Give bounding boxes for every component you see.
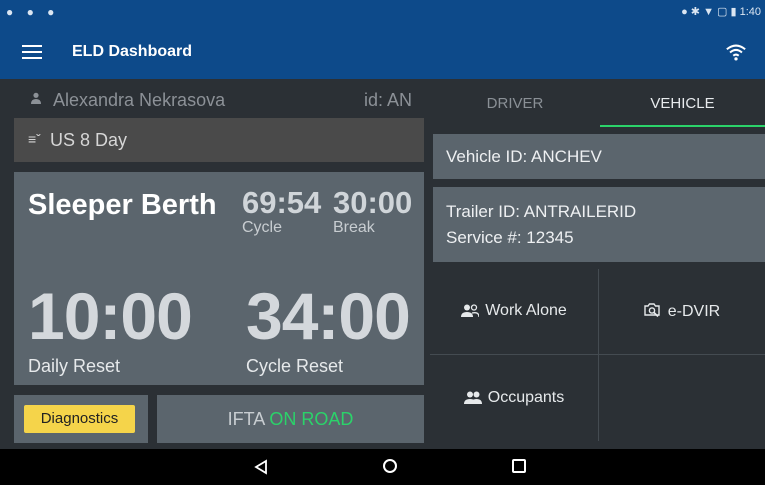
- cycle-clock: 69:54 Cycle: [242, 186, 321, 236]
- app-bar: ELD Dashboard: [0, 25, 765, 79]
- ifta-label: IFTA: [227, 409, 265, 429]
- diagnostics-panel: Diagnostics: [14, 395, 148, 443]
- service-number: Service #: 12345: [446, 228, 574, 247]
- status-icons: ● ✱ ▼ ▢ ▮: [681, 6, 740, 18]
- group-icon: [463, 391, 482, 404]
- trailer-card[interactable]: Trailer ID: ANTRAILERID Service #: 12345: [433, 187, 765, 262]
- driver-row: Alexandra Nekrasova id: AN: [0, 79, 430, 119]
- back-icon[interactable]: [254, 459, 268, 475]
- diagnostics-button[interactable]: Diagnostics: [24, 405, 135, 433]
- cycle-reset: 34:00 Cycle Reset: [246, 279, 411, 377]
- tab-bar: DRIVER VEHICLE: [430, 79, 765, 127]
- wifi-icon[interactable]: [725, 41, 747, 63]
- inspection-icon: [644, 303, 660, 318]
- daily-reset-value: 10:00: [28, 279, 193, 353]
- person-icon: [31, 92, 41, 104]
- action-grid: Work Alone e-DVIR Occupants: [430, 269, 765, 449]
- cycle-reset-value: 34:00: [246, 279, 411, 353]
- cycle-value: 69:54: [242, 185, 322, 220]
- home-icon[interactable]: [383, 459, 397, 473]
- ruleset-icon: ≡ˇ: [28, 131, 41, 147]
- app-title: ELD Dashboard: [72, 43, 193, 60]
- trailer-id: Trailer ID: ANTRAILERID: [446, 202, 637, 221]
- duty-status: Sleeper Berth: [28, 189, 217, 221]
- work-alone-button[interactable]: Work Alone: [430, 269, 598, 354]
- work-alone-label: Work Alone: [485, 302, 567, 319]
- recents-icon[interactable]: [512, 459, 526, 473]
- navigation-bar: [0, 449, 765, 485]
- tab-driver[interactable]: DRIVER: [430, 79, 600, 127]
- daily-reset-label: Daily Reset: [28, 356, 121, 376]
- vehicle-id: Vehicle ID: ANCHEV: [446, 147, 602, 166]
- notification-icons: ● ● ●: [6, 5, 60, 19]
- ruleset-selector[interactable]: ≡ˇ US 8 Day: [14, 118, 424, 162]
- edvir-button[interactable]: e-DVIR: [599, 269, 765, 354]
- break-value: 30:00: [333, 185, 413, 220]
- occupants-button[interactable]: Occupants: [430, 355, 598, 441]
- break-label: Break: [333, 219, 375, 236]
- hos-status-card[interactable]: Sleeper Berth 69:54 Cycle 30:00 Break 10…: [14, 172, 424, 385]
- driver-id: id: AN: [363, 90, 412, 110]
- tab-vehicle[interactable]: VEHICLE: [600, 79, 765, 127]
- daily-reset: 10:00 Daily Reset: [28, 279, 193, 377]
- edvir-label: e-DVIR: [667, 303, 721, 320]
- cycle-label: Cycle: [242, 219, 283, 236]
- ifta-road-status: ON ROAD: [269, 409, 354, 429]
- driver-panel: Alexandra Nekrasova id: AN ≡ˇ US 8 Day S…: [0, 79, 430, 449]
- menu-icon[interactable]: [22, 42, 42, 62]
- people-icon: [461, 304, 480, 318]
- cycle-reset-label: Cycle Reset: [246, 356, 344, 376]
- ruleset-label: US 8 Day: [50, 130, 128, 150]
- driver-name: Alexandra Nekrasova: [53, 90, 226, 110]
- status-bar: ● ● ● ● ✱ ▼ ▢ ▮ 1:40: [0, 0, 765, 25]
- break-clock: 30:00 Break: [333, 186, 412, 236]
- ifta-status[interactable]: IFTA ON ROAD: [157, 395, 424, 443]
- vehicle-panel: DRIVER VEHICLE Vehicle ID: ANCHEV Traile…: [430, 79, 765, 449]
- occupants-label: Occupants: [487, 389, 565, 406]
- vehicle-id-card[interactable]: Vehicle ID: ANCHEV: [433, 134, 765, 179]
- status-time: 1:40: [739, 6, 761, 18]
